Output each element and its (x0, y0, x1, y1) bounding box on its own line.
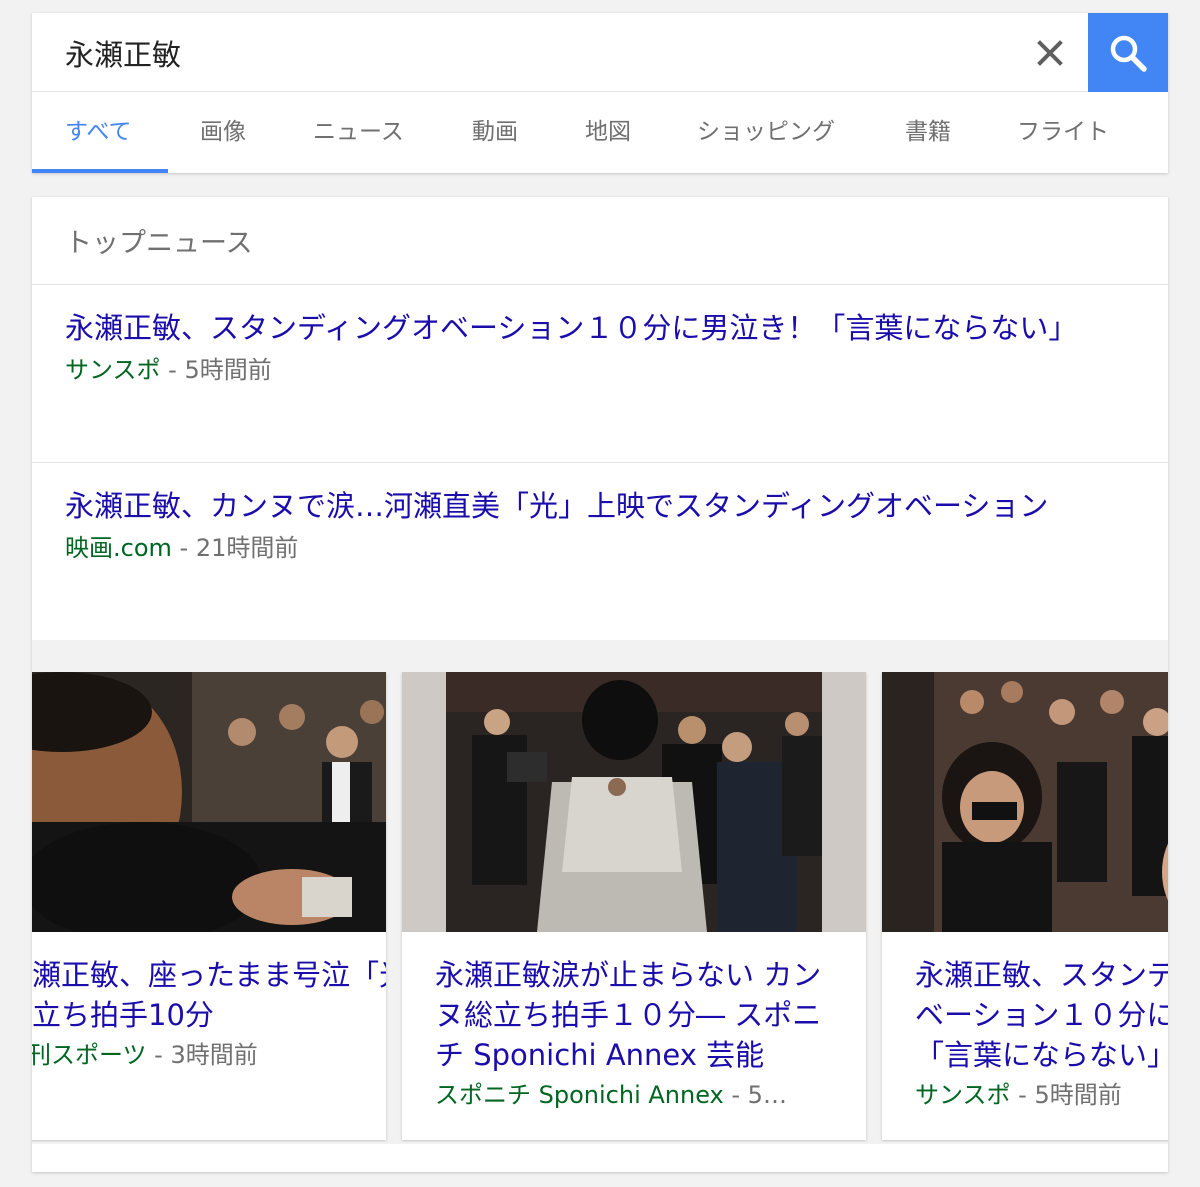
story-title[interactable]: 永瀬正敏、座ったまま号泣「光」総立ち拍手10分 (32, 955, 386, 1035)
story-card[interactable]: 永瀬正敏、スタンディングオベーション１０分に男泣き！「言葉にならない」 サンスポ… (882, 672, 1168, 1140)
story-text: 永瀬正敏涙が止まらない カンヌ総立ち拍手１０分― スポニチ Sponichi A… (435, 955, 835, 1115)
tab-images[interactable]: 画像 (200, 93, 246, 173)
search-bar (32, 13, 1168, 92)
close-icon (1037, 40, 1063, 66)
tab-books[interactable]: 書籍 (905, 93, 951, 173)
article-time: 5時間前 (184, 356, 272, 384)
meta-separator: - (160, 356, 185, 384)
article-meta: 映画.com - 21時間前 (65, 533, 1145, 563)
active-tab-indicator (32, 169, 168, 173)
news-carousel[interactable]: 永瀬正敏、座ったまま号泣「光」総立ち拍手10分 日刊スポーツ - 3時間前 (32, 672, 1168, 1142)
story-image (32, 672, 386, 932)
news-article[interactable]: 永瀬正敏、スタンディングオベーション１０分に男泣き！「言葉にならない」 サンスポ… (65, 308, 1145, 385)
story-meta: サンスポ - 5時間前 (915, 1075, 1168, 1115)
tab-all[interactable]: すべて (65, 93, 131, 173)
tab-maps[interactable]: 地図 (585, 93, 631, 173)
divider (32, 462, 1168, 463)
story-text: 永瀬正敏、座ったまま号泣「光」総立ち拍手10分 日刊スポーツ - 3時間前 (32, 955, 386, 1075)
top-news-card: トップニュース 永瀬正敏、スタンディングオベーション１０分に男泣き！「言葉になら… (32, 197, 1168, 1172)
article-title[interactable]: 永瀬正敏、スタンディングオベーション１０分に男泣き！「言葉にならない」 (65, 308, 1145, 348)
tab-flights[interactable]: フライト (1017, 93, 1109, 173)
article-source: サンスポ (65, 356, 161, 384)
search-header: すべて 画像 ニュース 動画 地図 ショッピング 書籍 フライト (32, 13, 1168, 173)
top-news-heading: トップニュース (65, 228, 253, 259)
meta-separator: - (171, 534, 196, 562)
news-article[interactable]: 永瀬正敏、カンヌで涙…河瀬直美「光」上映でスタンディングオベーション 映画.co… (65, 486, 1145, 563)
story-source: 日刊スポーツ (32, 1041, 147, 1069)
story-text: 永瀬正敏、スタンディングオベーション１０分に男泣き！「言葉にならない」 サンスポ… (915, 955, 1168, 1115)
article-meta: サンスポ - 5時間前 (65, 355, 1145, 385)
story-meta: 日刊スポーツ - 3時間前 (32, 1035, 386, 1075)
story-image (402, 672, 866, 932)
meta-separator: - (723, 1081, 748, 1109)
story-title[interactable]: 永瀬正敏涙が止まらない カンヌ総立ち拍手１０分― スポニチ Sponichi A… (435, 955, 835, 1075)
article-source: 映画.com (65, 534, 172, 562)
article-title[interactable]: 永瀬正敏、カンヌで涙…河瀬直美「光」上映でスタンディングオベーション (65, 486, 1145, 526)
tab-videos[interactable]: 動画 (472, 93, 518, 173)
story-time: 3時間前 (170, 1041, 258, 1069)
tab-shopping[interactable]: ショッピング (697, 93, 835, 173)
story-card[interactable]: 永瀬正敏涙が止まらない カンヌ総立ち拍手１０分― スポニチ Sponichi A… (402, 672, 866, 1140)
story-card[interactable]: 永瀬正敏、座ったまま号泣「光」総立ち拍手10分 日刊スポーツ - 3時間前 (32, 672, 386, 1140)
divider (32, 284, 1168, 285)
search-button[interactable] (1088, 13, 1168, 92)
story-title[interactable]: 永瀬正敏、スタンディングオベーション１０分に男泣き！「言葉にならない」 (915, 955, 1168, 1075)
story-time: 5… (747, 1081, 787, 1109)
search-input[interactable] (65, 31, 1025, 75)
magnifier-icon (1110, 35, 1147, 72)
story-meta: スポニチ Sponichi Annex - 5… (435, 1075, 815, 1115)
story-time: 5時間前 (1034, 1081, 1122, 1109)
story-image (882, 672, 1168, 932)
article-time: 21時間前 (195, 534, 299, 562)
clear-search-button[interactable] (1028, 31, 1072, 75)
meta-separator: - (1010, 1081, 1035, 1109)
search-tabs: すべて 画像 ニュース 動画 地図 ショッピング 書籍 フライト (32, 93, 1168, 173)
story-source: スポニチ Sponichi Annex (435, 1081, 724, 1109)
meta-separator: - (146, 1041, 171, 1069)
tab-news[interactable]: ニュース (313, 93, 404, 173)
story-source: サンスポ (915, 1081, 1011, 1109)
